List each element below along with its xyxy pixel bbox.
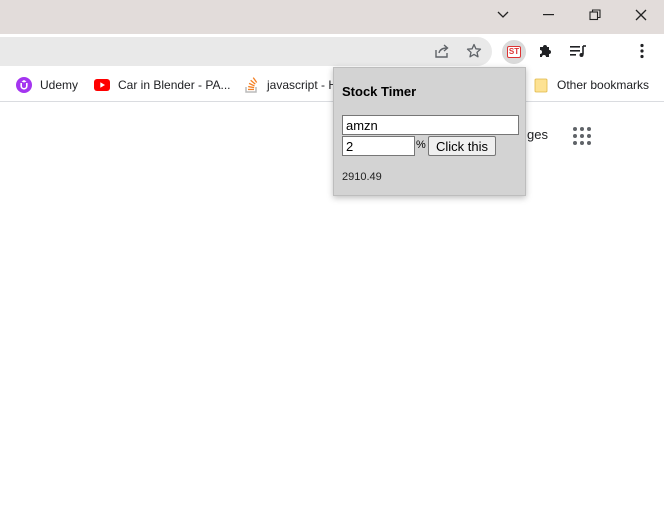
bookmark-label: Udemy	[40, 77, 79, 92]
chrome-menu-button[interactable]	[627, 34, 657, 68]
bookmark-label: javascript - H	[267, 77, 338, 92]
address-bar[interactable]	[0, 37, 492, 66]
share-button[interactable]	[427, 34, 457, 68]
bookmark-label: Car in Blender - PA...	[118, 77, 231, 92]
extension-badge: ST	[506, 46, 522, 58]
close-window-button[interactable]	[618, 0, 664, 30]
click-this-button[interactable]: Click this	[428, 136, 497, 156]
folder-icon	[533, 77, 549, 93]
google-apps-icon[interactable]	[573, 127, 591, 145]
tab-search-button[interactable]	[480, 0, 526, 30]
bookmark-car-in-blender[interactable]: Car in Blender - PA...	[94, 68, 231, 101]
ticker-input[interactable]	[342, 115, 519, 135]
star-icon	[466, 43, 482, 58]
stock-timer-extension-button[interactable]: ST	[502, 40, 526, 64]
youtube-icon	[94, 77, 110, 93]
share-icon	[435, 44, 449, 58]
bookmarks-bar: Udemy Car in Blender - PA... javascript …	[0, 68, 664, 102]
reading-list-button[interactable]	[563, 34, 593, 68]
popup-title: Stock Timer	[342, 84, 417, 99]
extensions-button[interactable]	[530, 34, 560, 68]
minimize-button[interactable]	[526, 0, 572, 30]
browser-window: ST Udemy Car in Blender - PA... javascri…	[0, 0, 664, 531]
restore-button[interactable]	[572, 0, 618, 30]
restore-icon	[589, 9, 601, 21]
title-bar	[0, 0, 664, 34]
percent-label: %	[416, 139, 426, 151]
udemy-icon	[16, 76, 32, 93]
stock-timer-popup: Stock Timer % Click this 2910.49	[333, 67, 526, 196]
minimize-icon	[543, 14, 554, 16]
bookmark-label: Other bookmarks	[557, 77, 650, 92]
puzzle-icon	[540, 45, 551, 57]
bookmark-javascript[interactable]: javascript - H	[243, 68, 337, 101]
chevron-down-icon	[497, 11, 509, 18]
kebab-menu-icon	[640, 43, 644, 59]
other-bookmarks[interactable]: Other bookmarks	[533, 68, 649, 101]
images-link[interactable]: ges	[527, 127, 548, 142]
stock-price: 2910.49	[342, 171, 382, 183]
bookmark-star-button[interactable]	[459, 34, 489, 68]
percent-input[interactable]	[342, 136, 415, 156]
bookmark-udemy[interactable]: Udemy	[16, 68, 78, 101]
reading-list-icon	[570, 45, 586, 57]
stackoverflow-icon	[243, 76, 259, 93]
close-icon	[635, 9, 647, 21]
browser-toolbar: ST	[0, 34, 664, 68]
